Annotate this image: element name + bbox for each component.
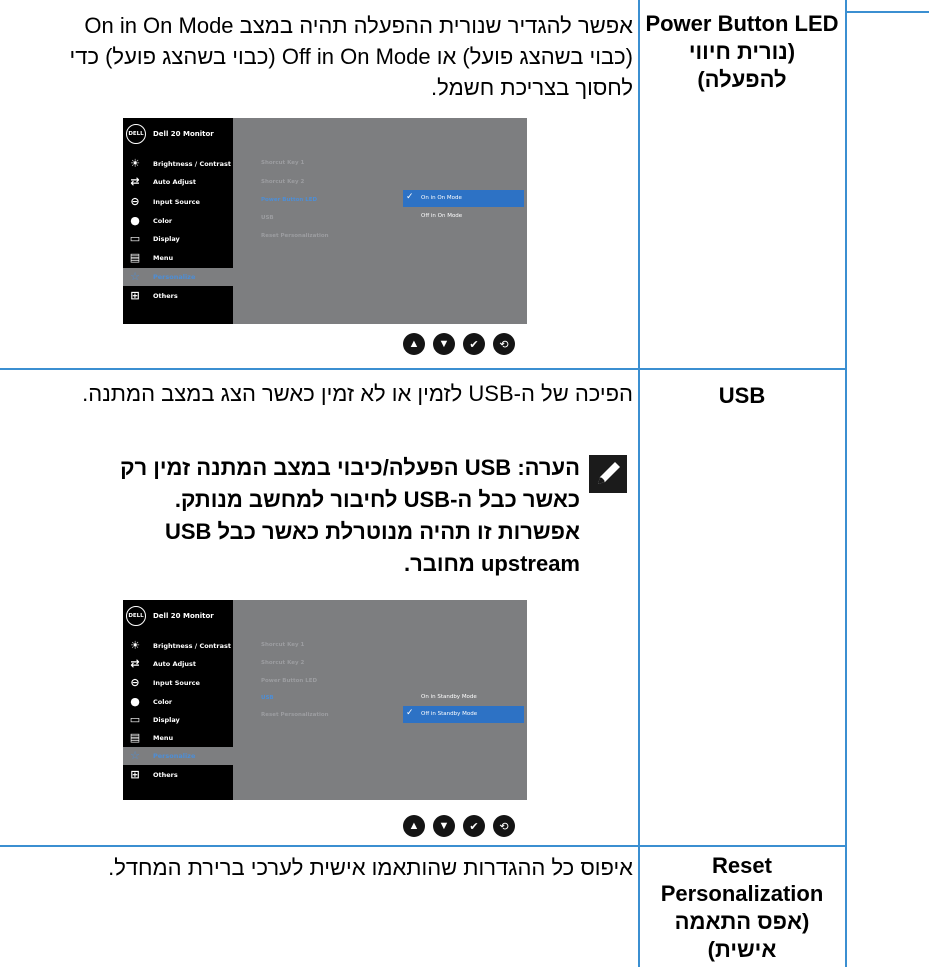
- menu-icon: ▤: [129, 731, 141, 744]
- osd-menu-item: ☀ Brightness / Contrast: [123, 155, 233, 173]
- brightness-icon: ☀: [130, 157, 140, 170]
- table-border-top: [845, 11, 929, 13]
- table-border-right: [845, 0, 847, 967]
- osd-submenu-item-active: USB: [261, 695, 274, 701]
- osd-menu-item: ⊖ Input Source: [123, 674, 233, 692]
- menu-icon: ▤: [129, 251, 141, 264]
- osd-menu-item-selected: ☆ Personalize: [123, 747, 233, 765]
- osd-option: Off in On Mode: [421, 213, 463, 219]
- others-icon: ⊞: [130, 768, 140, 781]
- osd-header: DELL Dell 20 Monitor: [123, 118, 233, 150]
- down-arrow-icon: ▼: [433, 333, 455, 355]
- auto-adjust-icon: ⇄: [130, 657, 140, 670]
- check-icon: ✔: [463, 333, 485, 355]
- note-pencil-icon: [589, 455, 627, 493]
- osd-menu-item: ● Color: [123, 693, 233, 711]
- table-row-divider: [0, 368, 845, 370]
- check-icon: ✔: [463, 815, 485, 837]
- description-usb: הפיכה של ה-USB לזמין או לא זמין כאשר הצג…: [82, 381, 633, 406]
- display-icon: ▭: [129, 713, 141, 726]
- display-icon: ▭: [129, 232, 141, 245]
- color-icon: ●: [130, 214, 140, 227]
- osd-menu-item: ⇄ Auto Adjust: [123, 655, 233, 673]
- term-reset-personalization: Reset Personalization (אפס התאמה אישית): [642, 852, 842, 964]
- term-label: Power Button LED: [645, 11, 839, 36]
- osd-menu-item: ▤ Menu: [129, 731, 174, 744]
- term-usb: USB: [718, 383, 766, 408]
- term-label: Reset Personalization: [660, 853, 824, 906]
- down-arrow-icon: ▼: [433, 815, 455, 837]
- osd-submenu-item: Reset Personalization: [261, 712, 329, 718]
- osd-submenu-item-active: Power Button LED: [261, 197, 318, 203]
- input-source-icon: ⊖: [130, 676, 140, 689]
- osd-header: DELL Dell 20 Monitor: [123, 600, 233, 632]
- color-icon: ●: [130, 695, 140, 708]
- osd-menu-item: ▤ Menu: [129, 251, 174, 264]
- osd-menu-item: ▭ Display: [129, 232, 180, 245]
- term-label-hebrew: (נורית חיווי להפעלה): [688, 39, 796, 92]
- osd-menu-item: ☀ Brightness / Contrast: [123, 637, 233, 655]
- osd-option: On in Standby Mode: [421, 694, 477, 700]
- table-border-middle: [638, 0, 640, 967]
- osd-submenu-item: Shorcut Key 1: [261, 160, 305, 166]
- osd-menu-item: ▭ Display: [129, 713, 180, 726]
- osd-model: Dell 20 Monitor: [153, 612, 214, 620]
- up-arrow-icon: ▲: [403, 815, 425, 837]
- osd-nav-buttons: ▲ ▼ ✔ ⟲: [403, 815, 523, 839]
- osd-menu-item: ⊖ Input Source: [123, 193, 233, 211]
- osd-menu-item: ⇄ Auto Adjust: [123, 173, 233, 191]
- osd-option-selected: ✓ On in On Mode: [403, 190, 524, 207]
- osd-submenu-item: Reset Personalization: [261, 233, 329, 239]
- table-row-divider: [0, 845, 845, 847]
- osd-menu-item: ⊞ Others: [123, 287, 233, 305]
- osd-submenu-item: Shorcut Key 2: [261, 179, 305, 185]
- osd-menu-item-selected: ☆ Personalize: [123, 268, 233, 286]
- osd-screenshot-power-led: DELL Dell 20 Monitor ☀ Brightness / Contr…: [123, 118, 527, 324]
- input-source-icon: ⊖: [130, 195, 140, 208]
- others-icon: ⊞: [130, 289, 140, 302]
- description-power-button-led: אפשר להגדיר שנורית ההפעלה תהיה במצב On i…: [69, 13, 633, 100]
- osd-option-selected: ✓ Off in Standby Mode: [403, 706, 524, 723]
- osd-menu-item: ● Color: [123, 212, 233, 230]
- brightness-icon: ☀: [130, 639, 140, 652]
- term-power-button-led: Power Button LED (נורית חיווי להפעלה): [642, 10, 842, 94]
- osd-submenu-item: USB: [261, 215, 274, 221]
- osd-screenshot-usb: DELL Dell 20 Monitor ☀ Brightness / Contr…: [123, 600, 527, 800]
- personalize-icon: ☆: [130, 749, 140, 762]
- osd-submenu-item: Shorcut Key 2: [261, 660, 305, 666]
- back-icon: ⟲: [493, 333, 515, 355]
- osd-nav-buttons: ▲ ▼ ✔ ⟲: [403, 333, 523, 357]
- auto-adjust-icon: ⇄: [130, 175, 140, 188]
- note-usb: הערה: USB הפעלה/כיבוי במצב המתנה זמין רק…: [120, 455, 580, 576]
- osd-submenu-item: Power Button LED: [261, 678, 318, 684]
- description-reset-personalization: איפוס כל ההגדרות שהותאמו אישית לערכי ברי…: [108, 855, 633, 880]
- up-arrow-icon: ▲: [403, 333, 425, 355]
- back-icon: ⟲: [493, 815, 515, 837]
- term-label-hebrew: (אפס התאמה אישית): [674, 909, 810, 962]
- osd-submenu-item: Shorcut Key 1: [261, 642, 305, 648]
- osd-menu-item: ⊞ Others: [123, 766, 233, 784]
- dell-logo: DELL: [126, 124, 146, 144]
- checkmark-icon: ✓: [406, 708, 414, 718]
- checkmark-icon: ✓: [406, 192, 414, 202]
- personalize-icon: ☆: [130, 270, 140, 283]
- dell-logo: DELL: [126, 606, 146, 626]
- osd-model: Dell 20 Monitor: [153, 130, 214, 138]
